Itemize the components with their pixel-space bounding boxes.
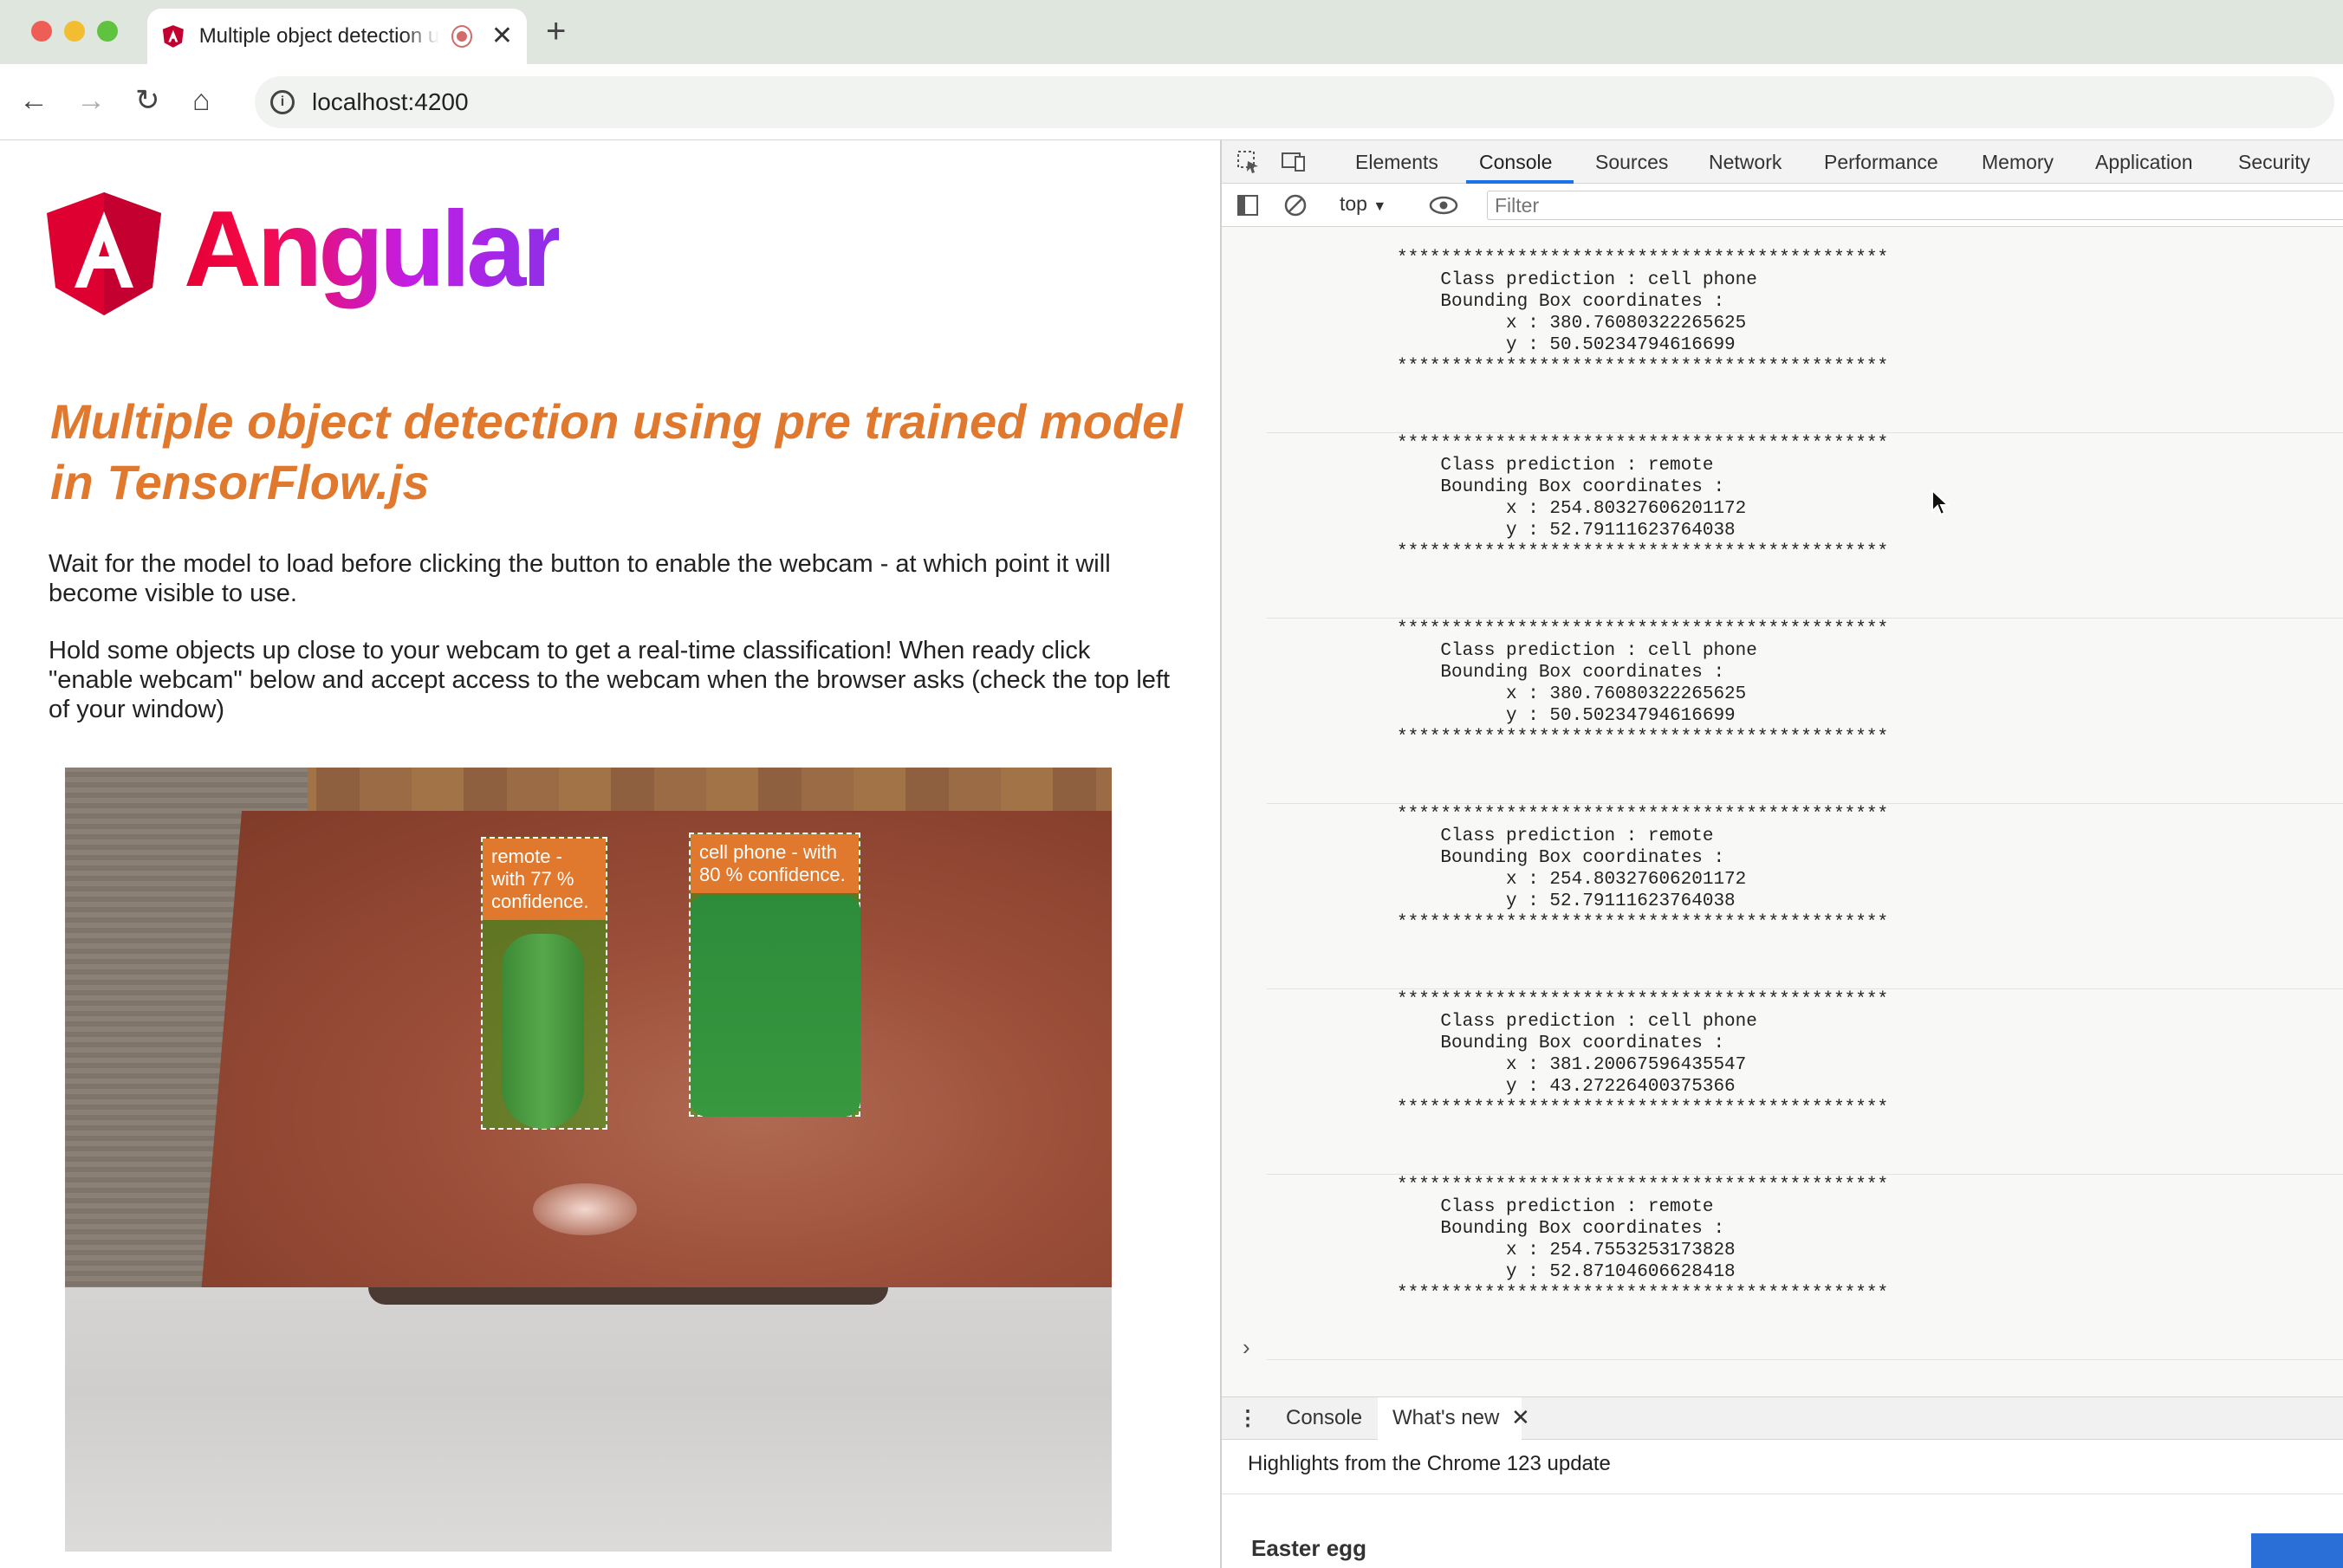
console-log-text: ****************************************…	[1397, 434, 1889, 562]
devtools-tabbar: Elements Console Sources Network Perform…	[1222, 140, 2343, 184]
detection-box-remote: remote - with 77 % confidence.	[481, 837, 607, 1130]
console-prompt-icon[interactable]: ›	[1243, 1334, 1250, 1361]
console-log-entry: ****************************************…	[1267, 989, 2343, 1175]
browser-toolbar: ← → ↻ ⌂ i localhost:4200	[0, 64, 2343, 140]
close-window-button[interactable]	[31, 21, 52, 42]
detection-label: cell phone - with 80 % confidence.	[691, 834, 859, 893]
drawer-menu-icon[interactable]: ⋮	[1237, 1406, 1258, 1431]
drawer-tabbar: ⋮ Console What's new ✕	[1222, 1396, 2343, 1441]
mouse-cursor-icon	[1931, 489, 1950, 516]
devtools-tab-sources[interactable]: Sources	[1595, 151, 1668, 174]
remote-object	[502, 934, 584, 1129]
whats-new-image	[2251, 1533, 2343, 1568]
console-log-text: ****************************************…	[1397, 249, 1889, 377]
devtools-tab-console[interactable]: Console	[1479, 151, 1552, 174]
console-log-text: ****************************************…	[1397, 990, 1889, 1118]
inspect-element-icon[interactable]	[1236, 149, 1262, 175]
console-toolbar: top ▼	[1222, 184, 2343, 227]
new-tab-button[interactable]: +	[546, 12, 566, 51]
zoom-window-button[interactable]	[97, 21, 118, 42]
console-log-entry: ****************************************…	[1267, 433, 2343, 619]
window-controls	[31, 21, 118, 42]
console-log-entry: ****************************************…	[1267, 804, 2343, 989]
devtools-tab-application[interactable]: Application	[2095, 151, 2193, 174]
home-icon[interactable]: ⌂	[192, 83, 211, 118]
url-text: localhost:4200	[312, 88, 469, 115]
page-title: Multiple object detection using pre trai…	[50, 394, 1183, 509]
angular-shield-icon	[47, 192, 161, 315]
tab-title: Multiple object detection u	[198, 24, 439, 48]
phone-object	[691, 895, 860, 1117]
context-selector[interactable]: top ▼	[1340, 192, 1386, 216]
context-value: top	[1340, 192, 1367, 215]
intro-paragraph: Wait for the model to load before clicki…	[49, 550, 1111, 607]
console-log-text: ****************************************…	[1397, 619, 1889, 748]
dropdown-arrow-icon: ▼	[1373, 199, 1387, 214]
devtools-tab-elements[interactable]: Elements	[1355, 151, 1438, 174]
web-page: Angular Multiple object detection using …	[0, 140, 1220, 1568]
console-log-entry: ****************************************…	[1267, 1175, 2343, 1360]
logo-text: Angular	[184, 190, 563, 309]
close-tab-icon[interactable]: ✕	[491, 23, 513, 49]
devtools-tab-performance[interactable]: Performance	[1824, 151, 1938, 174]
device-toolbar-icon[interactable]	[1281, 149, 1307, 175]
devtools-panel: Elements Console Sources Network Perform…	[1220, 140, 2343, 1568]
console-log-entry: ****************************************…	[1267, 248, 2343, 433]
address-bar[interactable]: i localhost:4200	[255, 76, 2334, 128]
console-log-text: ****************************************…	[1397, 805, 1889, 933]
angular-logo: Angular	[47, 190, 563, 315]
webcam-feed: remote - with 77 % confidence. cell phon…	[65, 768, 1112, 1552]
console-filter-input[interactable]	[1487, 191, 2343, 220]
drawer-tab-whats-new[interactable]: What's new	[1392, 1406, 1499, 1430]
devtools-tab-security[interactable]: Security	[2238, 151, 2310, 174]
console-output: ****************************************…	[1222, 227, 2343, 1396]
tab-strip: Multiple object detection u ✕ +	[0, 0, 2343, 64]
back-button[interactable]: ←	[19, 83, 49, 118]
reload-button[interactable]: ↻	[135, 83, 160, 118]
clear-console-icon[interactable]	[1282, 192, 1308, 218]
easter-egg-heading: Easter egg	[1251, 1535, 1366, 1561]
sidebar-toggle-icon[interactable]	[1236, 192, 1262, 218]
site-info-icon[interactable]: i	[270, 90, 295, 114]
minimize-window-button[interactable]	[64, 21, 85, 42]
instructions-paragraph: Hold some objects up close to your webca…	[49, 637, 1171, 723]
divider	[1222, 1493, 2343, 1494]
detection-box-cell-phone: cell phone - with 80 % confidence.	[689, 833, 860, 1117]
table-base	[65, 1287, 1112, 1552]
devtools-tab-memory[interactable]: Memory	[1982, 151, 2054, 174]
browser-tab[interactable]: Multiple object detection u ✕	[147, 9, 527, 64]
whats-new-panel: Highlights from the Chrome 123 update Ea…	[1222, 1440, 2343, 1568]
devtools-tab-network[interactable]: Network	[1709, 151, 1782, 174]
detection-label: remote - with 77 % confidence.	[483, 839, 606, 920]
light-glare	[533, 1183, 637, 1235]
table-edge	[368, 1287, 888, 1305]
angular-favicon-icon	[162, 25, 184, 48]
highlights-text: Highlights from the Chrome 123 update	[1248, 1452, 1611, 1475]
live-expression-eye-icon[interactable]	[1428, 192, 1459, 218]
forward-button[interactable]: →	[76, 83, 106, 118]
recording-indicator-icon	[451, 25, 472, 48]
close-drawer-tab-icon[interactable]: ✕	[1511, 1404, 1530, 1431]
console-log-entry: ****************************************…	[1267, 619, 2343, 804]
console-log-text: ****************************************…	[1397, 1176, 1889, 1304]
drawer-tab-console[interactable]: Console	[1286, 1406, 1362, 1430]
table-surface	[195, 811, 1112, 1365]
